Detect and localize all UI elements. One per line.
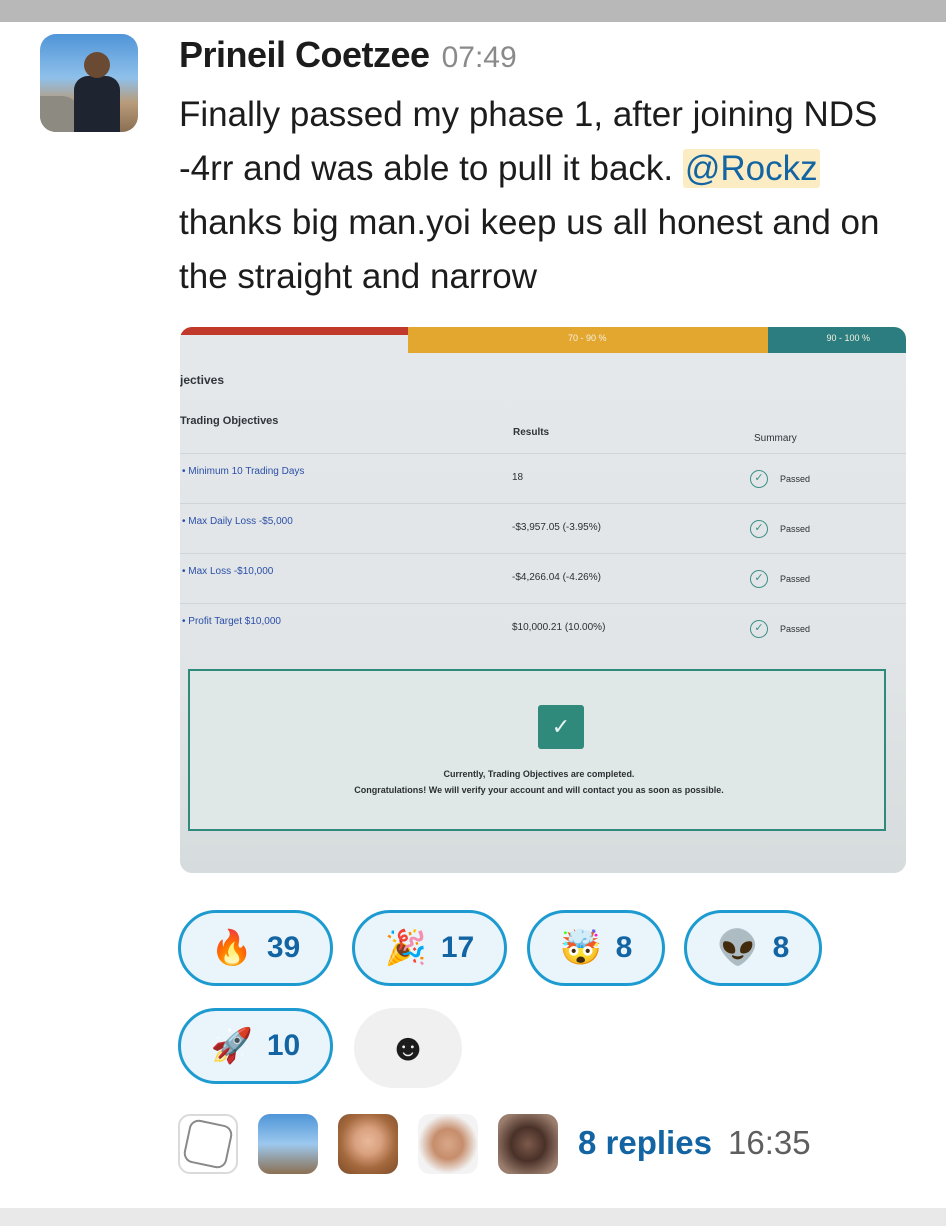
reaction-count: 10 bbox=[266, 1029, 301, 1062]
table-row: • Max Loss -$10,000 -$4,266.04 (-4.26%) … bbox=[180, 553, 906, 601]
reaction-count: 8 bbox=[615, 931, 633, 964]
check-circle-icon: ✓ bbox=[750, 520, 768, 538]
congratulations-text: Congratulations! We will verify your acc… bbox=[354, 785, 724, 795]
message-header: Prineil Coetzee 07:49 bbox=[179, 34, 517, 78]
completed-badge-icon: ✓ bbox=[538, 705, 584, 749]
objective-status: Passed bbox=[780, 474, 811, 484]
objective-name: • Max Daily Loss -$5,000 bbox=[182, 516, 293, 527]
progress-segment-red bbox=[180, 327, 408, 335]
fire-icon: 🔥 bbox=[210, 928, 254, 968]
reply-avatar[interactable] bbox=[418, 1114, 478, 1174]
progress-label-70-90: 70 - 90 % bbox=[568, 333, 607, 343]
objective-result: 18 bbox=[512, 472, 524, 483]
message-text-after: thanks big man.yoi keep us all honest an… bbox=[179, 203, 880, 296]
author-avatar[interactable] bbox=[40, 34, 138, 132]
alien-icon: 👽 bbox=[716, 928, 759, 968]
progress-segment-teal: 90 - 100 % bbox=[768, 327, 906, 353]
completion-text: Currently, Trading Objectives are comple… bbox=[443, 769, 635, 779]
tiger-sketch bbox=[181, 1117, 235, 1171]
check-circle-icon: ✓ bbox=[750, 470, 768, 488]
message-text: Finally passed my phase 1, after joining… bbox=[179, 88, 909, 304]
table-row: • Max Daily Loss -$5,000 -$3,957.05 (-3.… bbox=[180, 503, 906, 551]
reaction-exploding-head[interactable]: 🤯 8 bbox=[527, 910, 665, 986]
image-attachment[interactable]: 70 - 90 % 90 - 100 % jectives Trading Ob… bbox=[180, 327, 906, 873]
check-circle-icon: ✓ bbox=[750, 620, 768, 638]
progress-label-90-100: 90 - 100 % bbox=[826, 333, 870, 343]
reaction-count: 39 bbox=[266, 931, 301, 964]
objectives-table-header: Trading Objectives Results Summary bbox=[180, 415, 906, 445]
objective-result: -$4,266.04 (-4.26%) bbox=[512, 572, 601, 583]
reaction-count: 17 bbox=[440, 931, 475, 964]
reaction-count: 8 bbox=[772, 931, 790, 964]
reaction-party-popper[interactable]: 🎉 17 bbox=[352, 910, 507, 986]
add-reaction-button[interactable]: ☻ bbox=[354, 1008, 462, 1088]
reaction-fire[interactable]: 🔥 39 bbox=[178, 910, 333, 986]
objective-result: -$3,957.05 (-3.95%) bbox=[512, 522, 601, 533]
header-trading-objectives: Trading Objectives bbox=[180, 415, 279, 427]
top-status-bar bbox=[0, 0, 946, 22]
avatar-face bbox=[84, 52, 110, 78]
thread-last-reply-time: 16:35 bbox=[728, 1124, 811, 1161]
reaction-rocket[interactable]: 🚀 10 bbox=[178, 1008, 333, 1084]
bottom-bar bbox=[0, 1208, 946, 1226]
progress-segment-yellow: 70 - 90 % bbox=[408, 327, 768, 353]
reply-avatar-tiger[interactable] bbox=[178, 1114, 238, 1174]
reply-avatar[interactable] bbox=[338, 1114, 398, 1174]
check-circle-icon: ✓ bbox=[750, 570, 768, 588]
reaction-alien[interactable]: 👽 8 bbox=[684, 910, 822, 986]
author-name[interactable]: Prineil Coetzee bbox=[179, 34, 430, 76]
objective-status: Passed bbox=[780, 624, 811, 634]
add-emoji-icon: ☻ bbox=[388, 1026, 428, 1069]
user-mention[interactable]: @Rockz bbox=[682, 149, 820, 188]
table-row: • Profit Target $10,000 $10,000.21 (10.0… bbox=[180, 603, 906, 651]
table-row: • Minimum 10 Trading Days 18 ✓ Passed bbox=[180, 453, 906, 501]
objective-name: • Max Loss -$10,000 bbox=[182, 566, 274, 577]
message-timestamp[interactable]: 07:49 bbox=[442, 41, 517, 75]
objective-name: • Profit Target $10,000 bbox=[182, 616, 281, 627]
exploding-head-icon: 🤯 bbox=[559, 928, 602, 968]
objective-name: • Minimum 10 Trading Days bbox=[182, 466, 305, 477]
header-results: Results bbox=[513, 427, 550, 438]
objective-status: Passed bbox=[780, 574, 811, 584]
rocket-icon: 🚀 bbox=[210, 1026, 254, 1066]
objective-result: $10,000.21 (10.00%) bbox=[512, 622, 606, 633]
objectives-section-title: jectives bbox=[180, 373, 225, 387]
header-summary: Summary bbox=[754, 433, 797, 444]
reply-avatar[interactable] bbox=[258, 1114, 318, 1174]
avatar-body bbox=[74, 76, 120, 132]
thread-replies-link[interactable]: 8 replies bbox=[578, 1124, 712, 1162]
reply-avatar[interactable] bbox=[498, 1114, 558, 1174]
completion-notice: ✓ Currently, Trading Objectives are comp… bbox=[188, 669, 886, 831]
party-popper-icon: 🎉 bbox=[384, 928, 428, 968]
progress-bar: 70 - 90 % 90 - 100 % bbox=[180, 327, 906, 353]
objective-status: Passed bbox=[780, 524, 811, 534]
